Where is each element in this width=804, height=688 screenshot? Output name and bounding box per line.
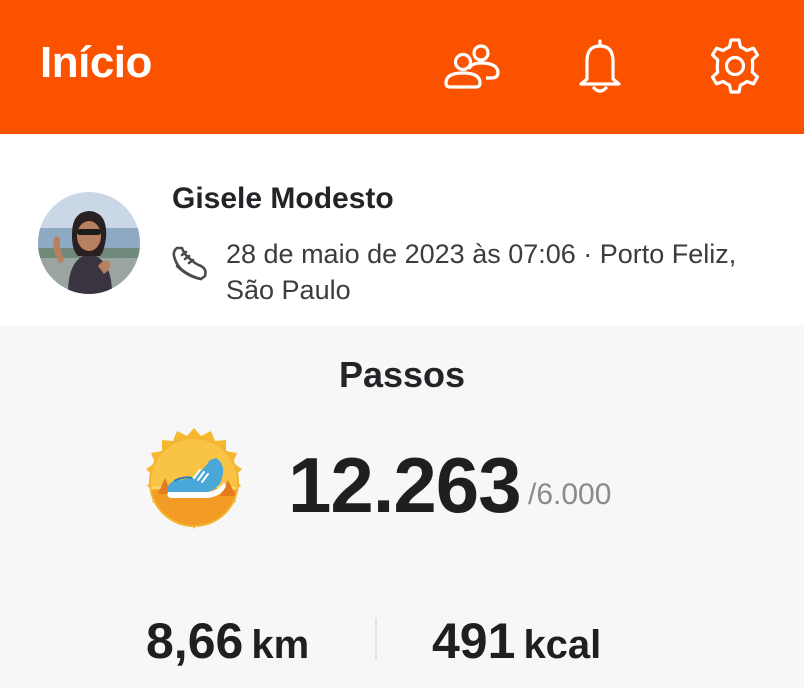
gear-icon bbox=[710, 38, 760, 94]
sneaker-badge-icon bbox=[146, 428, 242, 529]
steps-title: Passos bbox=[338, 354, 466, 395]
athlete-name[interactable]: Gisele Modesto bbox=[172, 182, 394, 216]
steps-value: 12.263 bbox=[288, 441, 522, 529]
calories-value: 491 bbox=[432, 613, 516, 669]
friends-button[interactable] bbox=[440, 34, 504, 98]
friends-icon bbox=[444, 44, 500, 89]
calories-unit: kcal bbox=[523, 623, 602, 667]
app-header: Início bbox=[0, 0, 804, 134]
calories-stat: 491 kcal bbox=[432, 612, 601, 670]
distance-value: 8,66 bbox=[146, 613, 244, 669]
bell-icon bbox=[579, 39, 621, 93]
distance-stat: 8,66 km bbox=[146, 612, 309, 670]
activity-date-location: 28 de maio de 2023 às 07:06 · Porto Feli… bbox=[226, 239, 737, 305]
avatar[interactable] bbox=[38, 192, 140, 294]
settings-button[interactable] bbox=[703, 34, 767, 98]
shoe-icon bbox=[172, 246, 207, 281]
avatar-photo bbox=[38, 192, 140, 294]
page-title: Início bbox=[40, 38, 152, 87]
distance-unit: km bbox=[251, 623, 310, 667]
activity-header: Gisele Modesto 28 de maio de 2023 às 07:… bbox=[0, 134, 804, 326]
notifications-button[interactable] bbox=[568, 34, 632, 98]
steps-goal: /6.000 bbox=[528, 478, 612, 511]
stat-divider bbox=[375, 618, 377, 660]
